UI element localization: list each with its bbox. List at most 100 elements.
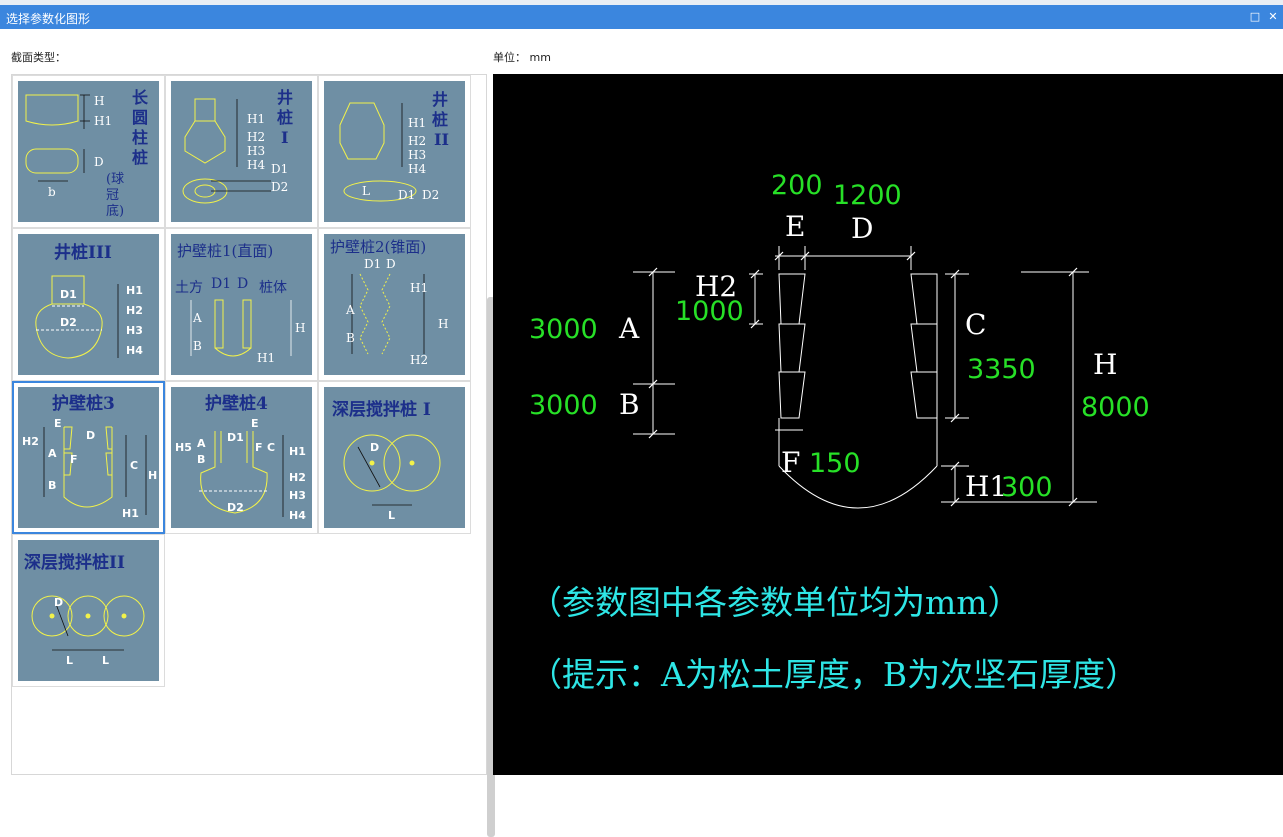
param-e-value[interactable]: 200 (771, 170, 823, 201)
param-c-value[interactable]: 3350 (967, 354, 1036, 385)
shape-item-deep-mixing-pile-1[interactable]: D L 深层搅拌桩 I (318, 381, 471, 534)
svg-text:H2: H2 (22, 435, 39, 448)
unit-note: （参数图中各参数单位均为mm） (529, 583, 1021, 622)
shape-item-well-pile-1[interactable]: H1 H2 H3 H4 D1 D2 井桩I (165, 75, 318, 228)
retaining-pile-2-diagram: D1 D AB H1 H H2 护壁桩2(锥面) (330, 238, 448, 367)
shape-item-deep-mixing-pile-2[interactable]: D L L 深层搅拌桩II (12, 534, 165, 687)
shape-title: 护壁桩1(直面) (177, 242, 273, 260)
deep-mixing-pile-1-diagram: D L 深层搅拌桩 I (332, 399, 441, 522)
svg-text:H5: H5 (175, 441, 192, 454)
parameter-preview-canvas: E D H2 A B C H F H1 200 1200 1000 3000 3… (493, 74, 1283, 775)
shape-thumb: D L 深层搅拌桩 I (324, 387, 465, 528)
svg-text:C: C (267, 441, 275, 454)
section-type-label: 截面类型： (11, 51, 66, 64)
svg-text:D: D (370, 441, 379, 454)
svg-text:H1: H1 (257, 351, 275, 365)
svg-text:D: D (94, 155, 104, 169)
svg-text:H3: H3 (126, 324, 143, 337)
svg-text:H1: H1 (126, 284, 143, 297)
svg-text:D2: D2 (271, 180, 288, 194)
svg-text:D: D (237, 276, 248, 292)
svg-text:L: L (66, 654, 73, 667)
svg-text:H2: H2 (247, 130, 265, 144)
shape-thumb: D1 D A B H1 H H2 护壁桩2(锥面) (324, 234, 465, 375)
svg-text:I: I (281, 128, 288, 147)
shape-thumb: D1 D2 H1 H2 H3 H4 井桩III (18, 234, 159, 375)
unit-label: 单位： mm (493, 51, 551, 64)
shape-gallery: H H1 Db 长圆柱桩 (球冠底) H1 H2 H3 H4 D1 D2 井 桩… (11, 74, 495, 837)
svg-text:H4: H4 (247, 158, 265, 172)
svg-text:H3: H3 (289, 489, 306, 502)
svg-text:冠: 冠 (106, 188, 119, 203)
svg-text:D1: D1 (227, 431, 244, 444)
shape-item-retaining-pile-1[interactable]: 土方 D1 D 桩体 A B H H1 护壁桩1(直面) (165, 228, 318, 381)
svg-text:L: L (388, 509, 395, 522)
svg-text:H1: H1 (289, 445, 306, 458)
retaining-pile-3-parameter-drawing: E D H2 A B C H F H1 200 1200 1000 3000 3… (529, 170, 1150, 694)
svg-text:H1: H1 (408, 116, 426, 130)
dialog-title: 选择参数化图形 (6, 12, 91, 26)
svg-text:D: D (386, 257, 396, 271)
svg-text:H4: H4 (289, 509, 306, 522)
shape-item-retaining-pile-2[interactable]: D1 D A B H1 H H2 护壁桩2(锥面) (318, 228, 471, 381)
svg-text:D1: D1 (398, 188, 415, 202)
svg-text:圆: 圆 (132, 108, 148, 127)
svg-text:D2: D2 (422, 188, 439, 202)
shape-thumb: 土方 D1 D 桩体 A B H H1 护壁桩1(直面) (171, 234, 312, 375)
well-pile-3-diagram: D1 D2 H1 H2 H3 H4 井桩III (35, 242, 143, 359)
maximize-button[interactable]: □ (1246, 7, 1264, 27)
svg-text:F: F (255, 441, 263, 454)
svg-text:L: L (102, 654, 109, 667)
param-f-value[interactable]: 150 (809, 448, 861, 479)
svg-text:H: H (148, 469, 157, 482)
param-d-value[interactable]: 1200 (833, 180, 902, 211)
svg-text:D1: D1 (211, 276, 231, 292)
svg-text:H1: H1 (94, 114, 112, 128)
well-pile-1-diagram: H1 H2H3H4 D1 D2 井桩I (182, 88, 293, 204)
svg-text:H2: H2 (410, 353, 428, 367)
svg-text:桩: 桩 (277, 108, 293, 127)
svg-text:D: D (86, 429, 95, 442)
shape-item-well-pile-3[interactable]: D1 D2 H1 H2 H3 H4 井桩III (12, 228, 165, 381)
param-h2-value[interactable]: 1000 (675, 296, 744, 327)
svg-text:H: H (438, 317, 448, 331)
svg-text:井: 井 (277, 88, 293, 107)
param-h1-value[interactable]: 300 (1001, 472, 1053, 503)
param-h-value[interactable]: 8000 (1081, 392, 1150, 423)
svg-text:(球: (球 (106, 172, 124, 187)
svg-text:井: 井 (432, 90, 448, 109)
svg-text:H2: H2 (408, 134, 426, 148)
svg-text:D1: D1 (364, 257, 381, 271)
shape-item-retaining-pile-3[interactable]: E D H2 A F B C H H1 护壁桩3 (12, 381, 165, 534)
shape-thumb: E H5 A B D1 F C H1 H2 H3 H4 D2 护壁桩4 (171, 387, 312, 528)
svg-text:B: B (193, 339, 202, 353)
svg-text:D2: D2 (227, 501, 244, 514)
close-button[interactable]: ✕ (1264, 7, 1282, 27)
svg-text:H3: H3 (408, 148, 426, 162)
svg-text:D1: D1 (60, 288, 77, 301)
shape-thumb: H1 H2 H3 H4 D1 D2 井桩I (171, 81, 312, 222)
shape-title: 深层搅拌桩II (24, 552, 125, 573)
shape-title: 深层搅拌桩 I (332, 399, 431, 420)
svg-text:H: H (94, 94, 104, 108)
svg-text:底): 底) (106, 203, 124, 219)
param-a-value[interactable]: 3000 (529, 314, 598, 345)
param-b-label: B (619, 388, 640, 421)
svg-text:H4: H4 (126, 344, 143, 357)
svg-text:E: E (54, 417, 62, 430)
retaining-pile-1-diagram: 土方 D1 D 桩体 AB H H1 护壁桩1(直面) (175, 242, 305, 365)
shape-thumb: E D H2 A F B C H H1 护壁桩3 (18, 387, 159, 528)
svg-text:A: A (192, 311, 202, 325)
svg-text:L: L (362, 184, 370, 198)
svg-text:H4: H4 (408, 162, 426, 176)
svg-text:H1: H1 (247, 112, 265, 126)
svg-text:A: A (197, 437, 206, 450)
svg-text:桩体: 桩体 (259, 279, 287, 296)
param-b-value[interactable]: 3000 (529, 390, 598, 421)
svg-text:H2: H2 (289, 471, 306, 484)
svg-text:桩: 桩 (432, 110, 448, 129)
shape-item-retaining-pile-4[interactable]: E H5 A B D1 F C H1 H2 H3 H4 D2 护壁桩4 (165, 381, 318, 534)
shape-item-well-pile-2[interactable]: H1 H2 H3 H4 L D1 D2 井桩 II (318, 75, 471, 228)
shape-item-long-round-pile[interactable]: H H1 Db 长圆柱桩 (球冠底) (12, 75, 165, 228)
svg-text:D: D (54, 596, 63, 609)
